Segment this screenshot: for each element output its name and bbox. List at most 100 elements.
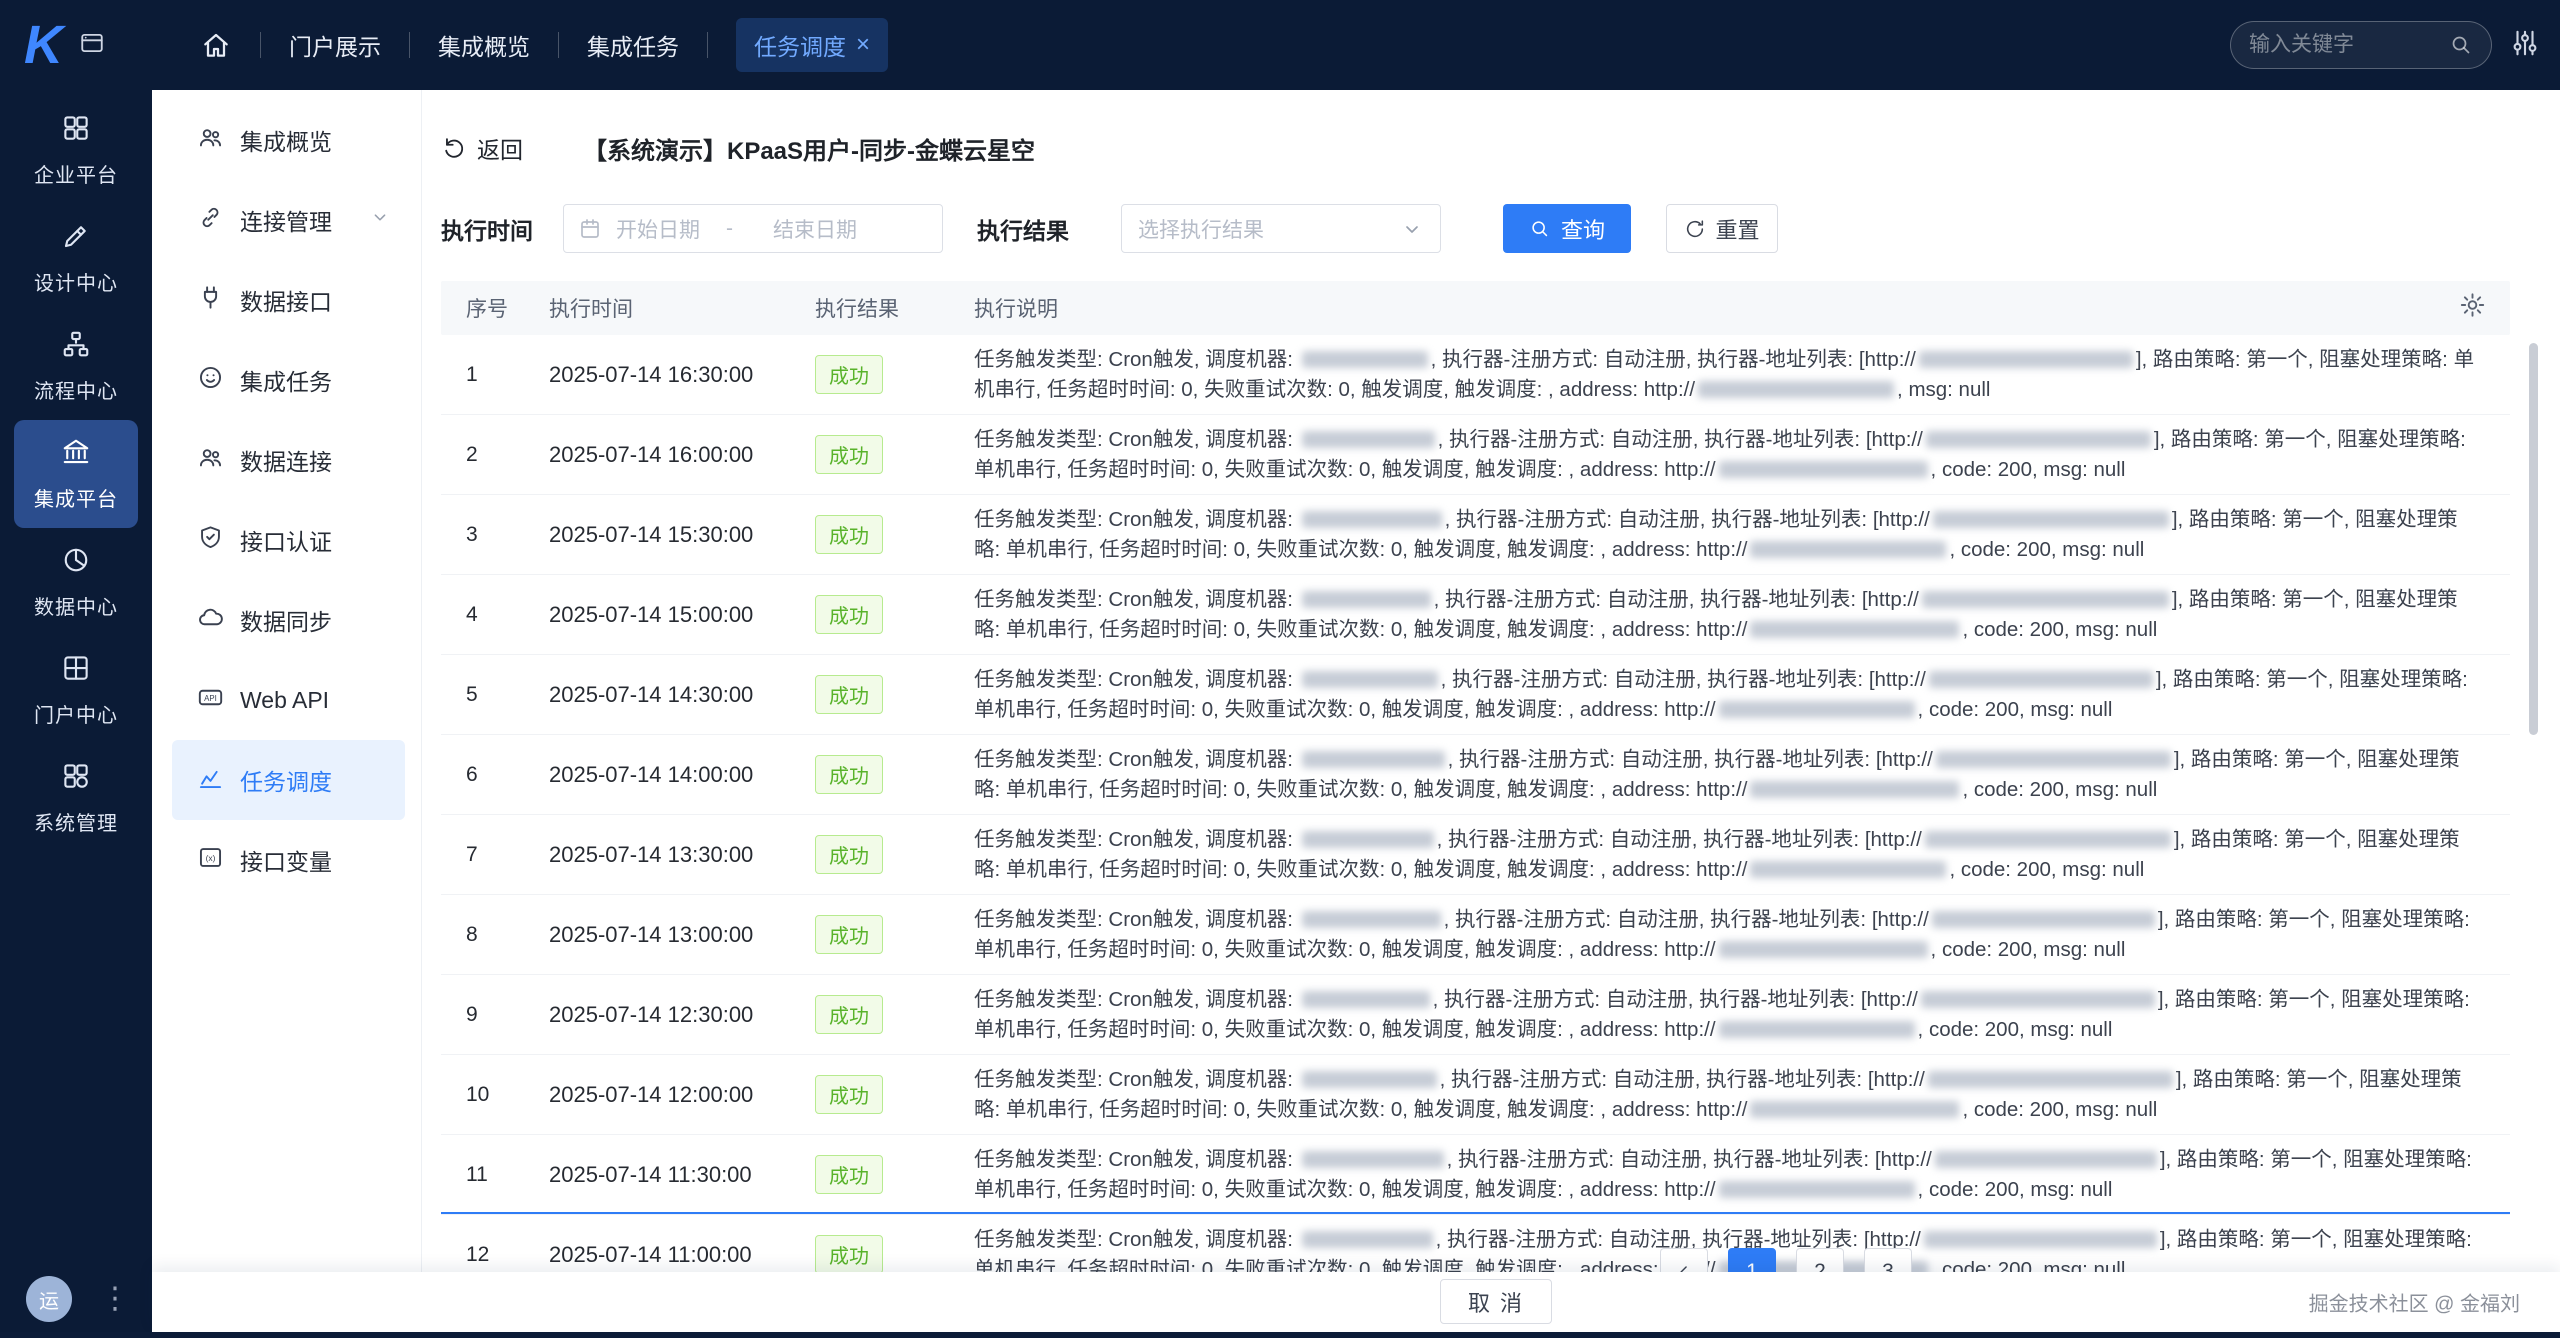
date-separator: - [726, 217, 733, 241]
bottom-edge [0, 1332, 2560, 1338]
submenu-item-integration-tasks[interactable]: 集成任务 [152, 340, 421, 420]
table-row[interactable]: 1 2025-07-14 16:30:00 成功 任务触发类型: Cron触发,… [441, 335, 2510, 415]
scrollbar-thumb[interactable] [2529, 343, 2538, 735]
topbar: 门户展示 集成概览 集成任务 任务调度 × [152, 0, 2560, 90]
redacted-text [1302, 751, 1445, 768]
cancel-button[interactable]: 取 消 [1440, 1279, 1552, 1324]
gear-icon[interactable] [2459, 292, 2486, 325]
home-icon[interactable] [200, 29, 232, 61]
row-status-badge: 成功 [815, 435, 883, 474]
sidebar-item-portal[interactable]: 门户中心 [14, 636, 138, 744]
redacted-text [1935, 1151, 2157, 1168]
table-row[interactable]: 10 2025-07-14 12:00:00 成功 任务触发类型: Cron触发… [441, 1055, 2510, 1135]
row-status-badge: 成功 [815, 595, 883, 634]
row-status-badge: 成功 [815, 1155, 883, 1194]
tab-portal-display[interactable]: 门户展示 [289, 28, 381, 62]
tab-task-schedule[interactable]: 任务调度 × [736, 18, 888, 72]
redacted-text [1750, 781, 1959, 798]
row-num: 12 [441, 1243, 549, 1267]
redacted-text [1719, 941, 1928, 958]
kpaas-logo[interactable]: K [24, 18, 63, 72]
redacted-text [1302, 991, 1430, 1008]
query-button[interactable]: 查询 [1503, 204, 1631, 253]
row-num: 2 [441, 443, 549, 467]
row-desc: 任务触发类型: Cron触发, 调度机器: , 执行器-注册方式: 自动注册, … [974, 425, 2510, 485]
submenu-item-task-schedule[interactable]: 任务调度 [172, 740, 405, 820]
tab-divider [707, 32, 708, 58]
submenu-item-connection-management[interactable]: 连接管理 [152, 180, 421, 260]
sidebar-item-integration[interactable]: 集成平台 [14, 420, 138, 528]
redacted-text [1925, 831, 2171, 848]
submenu-label: 数据接口 [240, 283, 332, 317]
calendar-icon [578, 217, 602, 241]
row-num: 3 [441, 523, 549, 547]
svg-text:(x): (x) [206, 852, 216, 862]
redacted-text [1750, 541, 1946, 558]
row-time: 2025-07-14 16:00:00 [549, 442, 815, 468]
redacted-text [1302, 671, 1438, 688]
table-row[interactable]: 6 2025-07-14 14:00:00 成功 任务触发类型: Cron触发,… [441, 735, 2510, 815]
chevron-down-icon[interactable] [369, 206, 391, 234]
row-status-badge: 成功 [815, 675, 883, 714]
table-row[interactable]: 7 2025-07-14 13:30:00 成功 任务触发类型: Cron触发,… [441, 815, 2510, 895]
submenu-item-api-variables[interactable]: (x) 接口变量 [152, 820, 421, 900]
submenu-item-api-auth[interactable]: 接口认证 [152, 500, 421, 580]
sidebar-item-system[interactable]: 系统管理 [14, 744, 138, 852]
table-row[interactable]: 8 2025-07-14 13:00:00 成功 任务触发类型: Cron触发,… [441, 895, 2510, 975]
search-icon[interactable] [2449, 33, 2473, 57]
tab-integration-overview[interactable]: 集成概览 [438, 28, 530, 62]
dashboard-icon [61, 761, 91, 796]
table-row[interactable]: 5 2025-07-14 14:30:00 成功 任务触发类型: Cron触发,… [441, 655, 2510, 735]
row-status-badge: 成功 [815, 515, 883, 554]
submenu-item-data-sync[interactable]: 数据同步 [152, 580, 421, 660]
redacted-text [1302, 511, 1442, 528]
row-desc: 任务触发类型: Cron触发, 调度机器: , 执行器-注册方式: 自动注册, … [974, 905, 2510, 965]
search-input[interactable] [2249, 33, 2449, 57]
table-row[interactable]: 11 2025-07-14 11:30:00 成功 任务触发类型: Cron触发… [441, 1135, 2510, 1215]
link-icon [197, 204, 224, 237]
back-button[interactable]: 返回 [441, 131, 523, 165]
date-range-input[interactable]: 开始日期 - 结束日期 [563, 204, 943, 253]
row-time: 2025-07-14 11:00:00 [549, 1242, 815, 1268]
close-icon[interactable]: × [856, 31, 870, 59]
chevron-down-icon [1400, 217, 1424, 241]
table-row[interactable]: 4 2025-07-14 15:00:00 成功 任务触发类型: Cron触发,… [441, 575, 2510, 655]
window-icon[interactable] [79, 30, 105, 61]
submenu-item-web-api[interactable]: API Web API [152, 660, 421, 740]
sidebar-item-label: 企业平台 [34, 159, 118, 188]
sidebar-item-label: 系统管理 [34, 807, 118, 836]
secondary-sidebar: 集成概览 连接管理 数据接口 集成任务 数据连接 接口认证 数据同步 API [152, 90, 422, 1332]
row-desc: 任务触发类型: Cron触发, 调度机器: , 执行器-注册方式: 自动注册, … [974, 665, 2510, 725]
row-status-badge: 成功 [815, 355, 883, 394]
sidebar-item-enterprise[interactable]: 企业平台 [14, 96, 138, 204]
avatar[interactable]: 运 [26, 1276, 72, 1322]
watermark: 掘金技术社区 @ 金福刘 [2309, 1288, 2520, 1317]
redacted-text [1932, 911, 2155, 928]
tab-integration-tasks[interactable]: 集成任务 [587, 28, 679, 62]
shield-icon [197, 524, 224, 557]
svg-text:API: API [204, 694, 217, 703]
sidebar-item-process[interactable]: 流程中心 [14, 312, 138, 420]
result-select[interactable]: 选择执行结果 [1121, 204, 1441, 253]
grid-icon [61, 113, 91, 148]
sidebar-item-design[interactable]: 设计中心 [14, 204, 138, 312]
row-status-badge: 成功 [815, 1235, 883, 1274]
table-row[interactable]: 3 2025-07-14 15:30:00 成功 任务触发类型: Cron触发,… [441, 495, 2510, 575]
more-menu-icon[interactable]: ⋮ [100, 1289, 130, 1309]
people-icon [197, 444, 224, 477]
redacted-text [1719, 1181, 1915, 1198]
submenu-item-integration-overview[interactable]: 集成概览 [152, 100, 421, 180]
variable-icon: (x) [197, 844, 224, 877]
redacted-text [1750, 861, 1946, 878]
table-row[interactable]: 9 2025-07-14 12:30:00 成功 任务触发类型: Cron触发,… [441, 975, 2510, 1055]
reset-button[interactable]: 重置 [1666, 204, 1778, 253]
sidebar-item-data[interactable]: 数据中心 [14, 528, 138, 636]
table-row[interactable]: 2 2025-07-14 16:00:00 成功 任务触发类型: Cron触发,… [441, 415, 2510, 495]
sidebar-bottom: 运 ⋮ [0, 1276, 152, 1322]
submenu-item-data-interface[interactable]: 数据接口 [152, 260, 421, 340]
search-box[interactable] [2230, 21, 2492, 69]
submenu-label: 数据同步 [240, 603, 332, 637]
submenu-item-data-connection[interactable]: 数据连接 [152, 420, 421, 500]
redacted-text [1302, 1231, 1433, 1248]
filter-sliders-icon[interactable] [2510, 28, 2540, 63]
